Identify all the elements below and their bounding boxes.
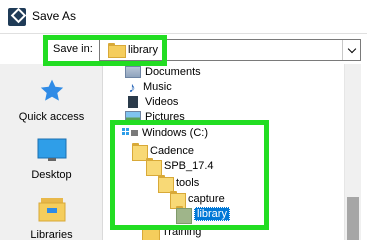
place-desktop[interactable]: Desktop <box>0 138 103 181</box>
scrollbar-thumb[interactable] <box>347 197 359 240</box>
tree-item-drive-c[interactable]: Windows (C:) <box>122 125 208 141</box>
window-title: Save As <box>32 9 77 23</box>
save-in-label: Save in: <box>53 43 93 55</box>
folder-icon <box>142 225 160 240</box>
pictures-icon <box>125 111 141 123</box>
tree-item-cadence[interactable]: Cadence <box>132 143 194 161</box>
app-icon <box>8 8 26 26</box>
libraries-icon <box>38 198 65 222</box>
tree-item-training[interactable]: Training <box>142 224 201 240</box>
folder-open-icon <box>132 143 148 161</box>
place-libraries[interactable]: Libraries <box>0 196 103 240</box>
tree-item-music[interactable]: ♪ Music <box>125 79 172 95</box>
music-icon: ♪ <box>128 79 136 95</box>
folder-open-icon <box>170 191 186 209</box>
tree-item-tools[interactable]: tools <box>158 175 199 193</box>
tree-item-pictures[interactable]: Pictures <box>125 109 185 125</box>
place-label: Libraries <box>30 229 73 240</box>
documents-icon <box>125 66 141 78</box>
dropdown-arrow-icon[interactable] <box>342 40 360 60</box>
folder-icon <box>108 43 126 58</box>
folder-open-icon <box>146 158 162 176</box>
places-bar: Quick access Desktop Libraries <box>0 64 103 240</box>
save-in-dropdown[interactable]: library <box>99 39 361 61</box>
tree-item-capture[interactable]: capture <box>170 191 225 209</box>
place-quick-access[interactable]: Quick access <box>0 78 103 123</box>
folder-icon <box>176 206 192 224</box>
videos-icon <box>125 96 141 108</box>
place-label: Desktop <box>31 169 72 181</box>
vertical-scrollbar[interactable] <box>344 64 361 240</box>
star-icon <box>40 79 63 101</box>
title-bar: Save As <box>0 0 367 33</box>
tree-item-spb[interactable]: SPB_17.4 <box>146 158 214 176</box>
tree-item-videos[interactable]: Videos <box>125 94 178 110</box>
tree-item-library[interactable]: library <box>176 206 230 224</box>
tree-item-documents[interactable]: Documents <box>125 64 201 80</box>
save-in-value: library <box>128 44 158 56</box>
desktop-icon <box>37 138 66 161</box>
place-label: Quick access <box>18 111 85 123</box>
folder-open-icon <box>158 175 174 193</box>
folder-list: Documents ♪ Music Videos Pictures Window… <box>110 64 345 240</box>
drive-icon <box>122 128 138 138</box>
